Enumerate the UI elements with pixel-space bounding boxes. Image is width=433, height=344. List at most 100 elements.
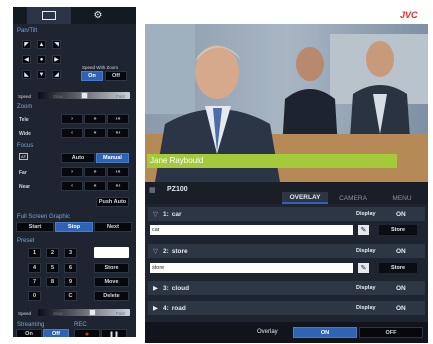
tilt-down-button[interactable]: ▼ (37, 70, 46, 79)
focus-auto-button[interactable]: Auto (61, 153, 95, 163)
fsg-start-button[interactable]: Start (16, 222, 54, 232)
tab-camera[interactable]: CAMERA (330, 192, 376, 204)
pan-up-right-button[interactable]: ◥ (52, 40, 61, 49)
zoom-tele-fast-button[interactable]: ›» (107, 114, 129, 124)
camera-name: PZ100 (167, 186, 188, 193)
overlay-item-3[interactable]: ▶ 3: cloud Display ON (148, 281, 425, 295)
fsg-next-button[interactable]: Next (94, 222, 132, 232)
streaming-on-button[interactable]: On (16, 329, 42, 337)
preset-key-2[interactable]: 2 (46, 248, 59, 258)
panel-tabs: ⚙ (13, 7, 136, 24)
speed-with-zoom-on-button[interactable]: On (81, 71, 103, 81)
push-auto-button[interactable]: Push Auto (96, 197, 129, 207)
edit-button[interactable]: ✎ (358, 263, 369, 273)
zoom-tele-mid-button[interactable]: » (84, 114, 106, 124)
preset-key-7[interactable]: 7 (28, 277, 41, 287)
zoom-wide-fast-button[interactable]: «‹ (107, 128, 129, 138)
tab-settings[interactable]: ⚙ (83, 7, 113, 24)
overlay-toggle-bar: Overlay ON OFF (145, 322, 428, 343)
slider-knob[interactable] (81, 92, 88, 99)
preset-key-9[interactable]: 9 (64, 277, 77, 287)
rec-button[interactable]: ● (74, 329, 100, 337)
pt-speed-label: Speed (18, 94, 32, 99)
speed-with-zoom-label: Speed With Zoom (82, 65, 119, 70)
app-root: ⚙ Pan/Tilt ◤ ▲ ◥ ◀ ● ▶ ◣ ▼ ◢ Speed With … (0, 0, 433, 344)
pr-slow-label: Slow (53, 311, 63, 316)
preset-number-input[interactable] (94, 247, 129, 258)
preset-key-8[interactable]: 8 (46, 277, 59, 287)
triple-chevron-right-icon: ›» (115, 169, 121, 175)
pan-down-right-button[interactable]: ◢ (52, 70, 61, 79)
display-state[interactable]: ON (396, 305, 406, 312)
display-state[interactable]: ON (396, 211, 406, 218)
overlay-on-button[interactable]: ON (293, 327, 357, 338)
pan-home-button[interactable]: ● (37, 55, 46, 64)
display-state[interactable]: ON (396, 285, 406, 292)
focus-far-mid-button[interactable]: » (84, 167, 106, 177)
overlay-off-button[interactable]: OFF (359, 327, 423, 338)
preset-speed-label: Speed (18, 311, 32, 316)
display-state[interactable]: ON (396, 248, 406, 255)
pt-fast-label: Fast (116, 94, 125, 99)
double-chevron-left-icon: « (93, 130, 97, 136)
preset-key-0[interactable]: 0 (28, 291, 41, 301)
preset-key-1[interactable]: 1 (28, 248, 41, 258)
arrow-up-right-icon: ◥ (54, 42, 59, 48)
preset-key-5[interactable]: 5 (46, 263, 59, 273)
speed-with-zoom-off-button[interactable]: Off (105, 71, 127, 81)
pan-left-button[interactable]: ◀ (22, 55, 31, 64)
chevron-right-icon: › (71, 116, 73, 122)
tab-menu[interactable]: MENU (378, 192, 426, 204)
overlay-store-button[interactable]: Store (379, 263, 417, 273)
pan-right-button[interactable]: ▶ (52, 55, 61, 64)
zoom-wide-mid-button[interactable]: « (84, 128, 106, 138)
tab-overlay[interactable]: OVERLAY (282, 192, 328, 204)
preset-delete-button[interactable]: Delete (94, 291, 129, 301)
preset-title: Preset (17, 238, 35, 244)
fsg-stop-button[interactable]: Stop (55, 222, 93, 232)
preset-key-3[interactable]: 3 (64, 248, 77, 258)
zoom-title: Zoom (17, 104, 33, 110)
streaming-title: Streaming (17, 322, 45, 328)
overlay-item-2[interactable]: ▽ 2: store Display ON (148, 244, 425, 258)
lower-third-caption: Jane Raybould (147, 154, 397, 168)
tab-monitor[interactable] (27, 7, 71, 24)
focus-near-slow-button[interactable]: ‹ (61, 181, 83, 191)
pause-button[interactable]: ❚❚ (101, 329, 127, 337)
focus-near-mid-button[interactable]: « (84, 181, 106, 191)
focus-near-fast-button[interactable]: «‹ (107, 181, 129, 191)
display-label: Display (356, 248, 376, 254)
focus-far-slow-button[interactable]: › (61, 167, 83, 177)
pan-tilt-title: Pan/Tilt (17, 28, 38, 34)
pan-down-left-button[interactable]: ◣ (22, 70, 31, 79)
focus-manual-button[interactable]: Manual (96, 153, 129, 163)
preset-store-button[interactable]: Store (94, 263, 129, 273)
preset-move-button[interactable]: Move (94, 277, 129, 287)
arrow-left-icon: ◀ (24, 57, 29, 63)
overlay-item-1[interactable]: ▽ 1: car Display ON (148, 207, 425, 221)
preset-key-4[interactable]: 4 (28, 263, 41, 273)
tilt-up-button[interactable]: ▲ (37, 40, 46, 49)
focus-title: Focus (17, 143, 34, 149)
streaming-off-button[interactable]: Off (43, 329, 69, 337)
edit-icon: ✎ (360, 227, 367, 234)
double-chevron-right-icon: » (93, 116, 97, 122)
focus-far-fast-button[interactable]: ›» (107, 167, 129, 177)
overlay-number: 3: (163, 284, 169, 292)
slider-knob[interactable] (89, 309, 96, 316)
tele-label: Tele (19, 117, 29, 123)
edit-button[interactable]: ✎ (358, 225, 369, 235)
overlay-item-4[interactable]: ▶ 4: road Display ON (148, 301, 425, 315)
double-chevron-right-icon: » (93, 169, 97, 175)
gear-icon: ⚙ (93, 10, 103, 21)
pan-up-left-button[interactable]: ◤ (22, 40, 31, 49)
overlay-text-input[interactable]: store (150, 263, 353, 273)
preset-key-6[interactable]: 6 (64, 263, 77, 273)
zoom-tele-slow-button[interactable]: › (61, 114, 83, 124)
overlay-text-input[interactable]: car (150, 225, 353, 235)
rec-title: REC (74, 322, 87, 328)
overlay-number: 2: (163, 247, 169, 255)
preset-key-clear[interactable]: C (64, 291, 77, 301)
zoom-wide-slow-button[interactable]: ‹ (61, 128, 83, 138)
overlay-store-button[interactable]: Store (379, 225, 417, 235)
